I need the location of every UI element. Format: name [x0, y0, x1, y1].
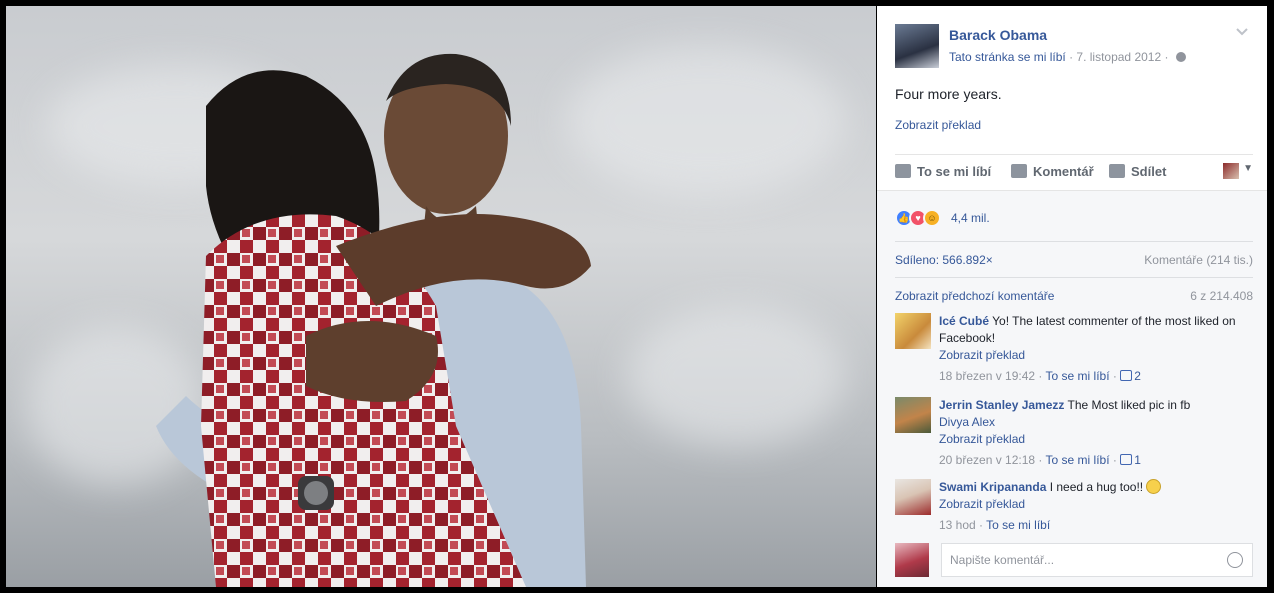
view-previous-comments-link[interactable]: Zobrazit předchozí komentáře: [895, 289, 1054, 303]
comment-label: Komentář: [1033, 164, 1094, 179]
share-icon: [1109, 164, 1125, 178]
comment-counter: 6 z 214.408: [1190, 289, 1253, 303]
comment-author[interactable]: Jerrin Stanley Jamezz: [939, 398, 1064, 412]
share-label: Sdílet: [1131, 164, 1167, 179]
reactions-count[interactable]: 4,4 mil.: [951, 211, 990, 225]
user-avatar: [895, 543, 929, 577]
comment-composer: [895, 543, 1253, 579]
like-page-link[interactable]: Tato stránka se mi líbí: [949, 50, 1066, 64]
comment-author[interactable]: Swami Kripananda: [939, 480, 1046, 494]
meta-separator: ·: [1069, 50, 1074, 64]
actor-selector-avatar[interactable]: [1223, 163, 1239, 179]
comment-input[interactable]: [941, 543, 1253, 577]
divider: [895, 241, 1253, 242]
thumbs-up-icon: [1120, 370, 1133, 381]
thumbs-up-icon: [895, 164, 911, 178]
thumbs-up-icon: [1120, 454, 1133, 465]
comment-time[interactable]: 13 hod: [939, 518, 976, 532]
comment-likes-count[interactable]: 2: [1120, 369, 1141, 383]
page-avatar[interactable]: [895, 24, 939, 68]
comment-author[interactable]: Icé Cubé: [939, 314, 989, 328]
comment-likes-count[interactable]: 1: [1120, 453, 1141, 467]
post-text: Four more years.: [895, 86, 1002, 102]
like-button[interactable]: To se mi líbí: [895, 164, 991, 179]
comment-like-link[interactable]: To se mi líbí: [1046, 453, 1110, 467]
avatar[interactable]: [895, 479, 931, 515]
comment-like-link[interactable]: To se mi líbí: [1046, 369, 1110, 383]
like-label: To se mi líbí: [917, 164, 992, 179]
smiley-emoji-icon: [1146, 479, 1162, 494]
comment-like-link[interactable]: To se mi líbí: [986, 518, 1050, 532]
post-photo[interactable]: [6, 6, 876, 587]
comment-icon: [1011, 164, 1027, 178]
meta-separator: ·: [1164, 50, 1169, 64]
feedback-section: 👍 ♥ ☺ 4,4 mil. Sdíleno: 566.892× Komentá…: [877, 190, 1267, 587]
comment-mention-link[interactable]: Divya Alex: [939, 414, 1253, 431]
shares-count-link[interactable]: Sdíleno: 566.892×: [895, 253, 993, 267]
comment-likes-value: 1: [1134, 453, 1141, 467]
comment-likes-value: 2: [1134, 369, 1141, 383]
page-name-link[interactable]: Barack Obama: [949, 27, 1047, 43]
comment-time[interactable]: 18 březen v 19:42: [939, 369, 1035, 383]
emoji-icon[interactable]: [1227, 552, 1243, 568]
post-date[interactable]: 7. listopad 2012: [1076, 50, 1161, 64]
post-sidebar: Barack Obama Tato stránka se mi líbí · 7…: [877, 6, 1267, 587]
comment-text: The Most liked pic in fb: [1067, 398, 1191, 412]
translate-link[interactable]: Zobrazit překlad: [895, 118, 981, 132]
embracing-couple-image: [156, 53, 591, 587]
haha-icon: ☺: [923, 209, 941, 227]
comment-text: I need a hug too!!: [1049, 480, 1144, 494]
comment-time[interactable]: 20 březen v 12:18: [939, 453, 1035, 467]
comment-translate-link[interactable]: Zobrazit překlad: [939, 347, 1253, 364]
divider: [895, 277, 1253, 278]
comment-translate-link[interactable]: Zobrazit překlad: [939, 496, 1253, 513]
caret-down-icon[interactable]: ▼: [1243, 163, 1253, 174]
avatar[interactable]: [895, 397, 931, 433]
comments-total[interactable]: Komentáře (214 tis.): [1144, 253, 1253, 267]
chevron-down-icon[interactable]: [1235, 24, 1249, 38]
globe-icon[interactable]: [1175, 52, 1186, 62]
comment-translate-link[interactable]: Zobrazit překlad: [939, 431, 1253, 448]
post-header: Barack Obama Tato stránka se mi líbí · 7…: [895, 24, 1249, 70]
post-meta: Tato stránka se mi líbí · 7. listopad 20…: [949, 50, 1186, 64]
avatar[interactable]: [895, 313, 931, 349]
share-button[interactable]: Sdílet: [1109, 164, 1166, 179]
post-actions: To se mi líbí Komentář Sdílet ▼: [895, 154, 1253, 190]
